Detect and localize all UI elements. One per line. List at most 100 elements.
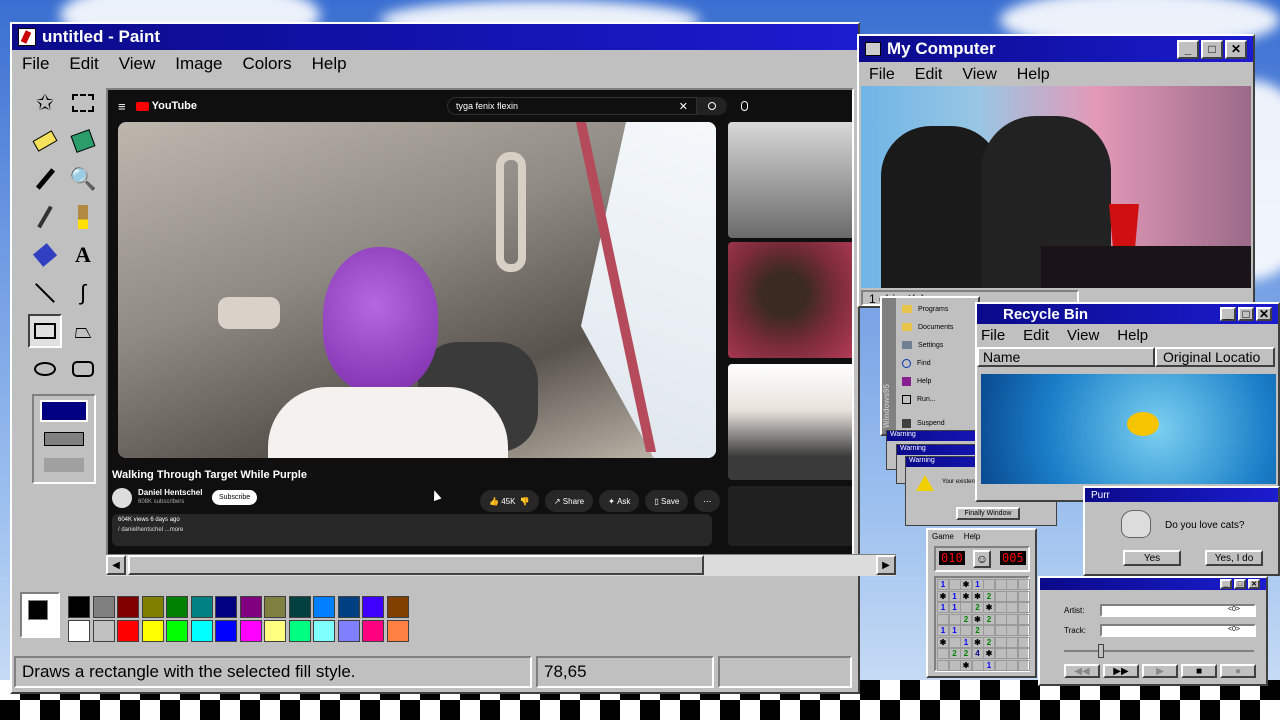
mine-cell[interactable] <box>1017 648 1030 659</box>
mine-cell[interactable]: ✱ <box>960 590 972 602</box>
mine-cell[interactable]: 2 <box>983 590 995 602</box>
seek-thumb[interactable] <box>1098 644 1104 658</box>
mine-cell[interactable]: ✱ <box>960 659 972 671</box>
magnifier-icon[interactable]: 🔍 <box>66 162 100 196</box>
mine-cell[interactable] <box>994 602 1007 613</box>
search-button[interactable] <box>697 97 728 115</box>
player-titlebar[interactable]: _ □ ✕ <box>1040 578 1266 590</box>
curve-icon[interactable]: ∫ <box>66 276 100 310</box>
hamburger-icon[interactable]: ≡ <box>118 99 126 114</box>
color-swatch[interactable] <box>264 620 286 642</box>
mine-cell[interactable] <box>971 659 984 671</box>
close-button[interactable]: ✕ <box>1248 579 1260 589</box>
color-swatch[interactable] <box>288 596 311 618</box>
mine-cell[interactable]: 2 <box>983 636 995 648</box>
color-swatch[interactable] <box>166 620 188 642</box>
scroll-thumb[interactable] <box>128 555 704 575</box>
mycomp-video[interactable] <box>861 86 1251 288</box>
color-swatch[interactable] <box>190 620 213 642</box>
close-button[interactable]: ✕ <box>1225 39 1247 59</box>
brush-icon[interactable] <box>66 200 100 234</box>
track-field[interactable]: <0> <box>1100 624 1256 637</box>
recycle-menu-view[interactable]: View <box>1067 327 1099 344</box>
rounded-rect-icon[interactable] <box>66 352 100 386</box>
mine-cell[interactable] <box>1017 602 1030 613</box>
polygon-icon[interactable]: ⏢ <box>66 314 100 348</box>
mine-cell[interactable] <box>1017 613 1030 625</box>
maximize-button[interactable]: □ <box>1201 39 1223 59</box>
minimize-button[interactable]: _ <box>1177 39 1199 59</box>
mine-cell[interactable] <box>1017 659 1030 671</box>
mine-cell[interactable]: ✱ <box>983 648 995 659</box>
mine-cell[interactable] <box>994 579 1007 590</box>
youtube-search-box[interactable]: tyga fenix flexin ✕ <box>447 97 698 115</box>
color-swatch[interactable] <box>313 620 335 642</box>
start-item-help[interactable]: Help <box>898 372 978 390</box>
current-colors[interactable] <box>20 592 60 638</box>
fill-icon[interactable] <box>66 124 100 158</box>
play-button[interactable]: ▶ <box>1142 664 1178 678</box>
clear-icon[interactable]: ✕ <box>679 100 688 113</box>
purr-titlebar[interactable]: Purr <box>1085 488 1278 502</box>
mine-cell[interactable] <box>1017 579 1030 590</box>
mine-cell[interactable] <box>937 613 949 625</box>
recycle-menu-help[interactable]: Help <box>1117 327 1148 344</box>
mine-cell[interactable]: 2 <box>948 648 961 659</box>
mine-cell[interactable] <box>994 613 1007 625</box>
yes-i-do-button[interactable]: Yes, I do <box>1205 550 1263 566</box>
fill-style-selector[interactable] <box>32 394 96 484</box>
color-swatch[interactable] <box>215 620 237 642</box>
pencil-icon[interactable] <box>28 200 62 234</box>
color-swatch[interactable] <box>337 596 360 618</box>
mine-cell[interactable]: 4 <box>971 648 984 659</box>
color-swatch[interactable] <box>386 620 409 642</box>
mine-cell[interactable] <box>983 579 995 590</box>
mine-cell[interactable]: 2 <box>960 648 972 659</box>
mine-cell[interactable] <box>948 613 961 625</box>
ellipse-icon[interactable] <box>28 352 62 386</box>
youtube-logo-icon[interactable] <box>135 101 149 111</box>
minimize-button[interactable]: _ <box>1220 579 1232 589</box>
stop-button[interactable]: ■ <box>1181 664 1217 678</box>
start-item-documents[interactable]: Documents <box>898 318 978 336</box>
mine-cell[interactable] <box>960 625 972 636</box>
col-original-location[interactable]: Original Locatio <box>1155 347 1275 367</box>
seek-slider[interactable] <box>1064 644 1254 658</box>
mycomp-menu-help[interactable]: Help <box>1017 66 1050 84</box>
menu-file[interactable]: File <box>22 54 49 74</box>
start-item-programs[interactable]: Programs <box>898 300 978 318</box>
more-actions-button[interactable]: ⋯ <box>694 490 721 512</box>
save-button[interactable]: ▯ Save <box>645 490 689 512</box>
eject-button[interactable]: ● <box>1220 664 1256 678</box>
color-swatch[interactable] <box>215 596 237 618</box>
mine-cell[interactable]: ✱ <box>937 636 949 648</box>
color-swatch[interactable] <box>117 596 139 618</box>
mine-cell[interactable]: ✱ <box>971 613 984 625</box>
thumbnail-2[interactable] <box>728 242 852 358</box>
menu-help[interactable]: Help <box>312 54 347 74</box>
mycomp-menu-file[interactable]: File <box>869 66 895 84</box>
maximize-button[interactable]: □ <box>1238 307 1254 321</box>
fill-style-filled-border[interactable] <box>44 432 84 446</box>
start-item-run[interactable]: Run... <box>898 390 978 408</box>
thumbnail-1[interactable] <box>728 122 852 238</box>
artist-field[interactable]: <0> <box>1100 604 1256 617</box>
mine-cell[interactable] <box>994 648 1007 659</box>
fill-style-filled[interactable] <box>44 458 84 472</box>
foreground-color[interactable] <box>28 600 48 620</box>
line-icon[interactable] <box>28 276 62 310</box>
mine-cell[interactable] <box>948 636 961 648</box>
horizontal-scrollbar[interactable]: ◀ ▶ <box>106 554 896 576</box>
mine-cell[interactable] <box>1006 636 1018 648</box>
start-item-settings[interactable]: Settings <box>898 336 978 354</box>
mine-cell[interactable]: 2 <box>971 625 984 636</box>
like-button[interactable]: 👍 45K 👎 <box>480 490 539 512</box>
mycomp-menu-edit[interactable]: Edit <box>915 66 943 84</box>
mine-cell[interactable]: 1 <box>948 625 961 636</box>
mine-cell[interactable] <box>1006 590 1018 602</box>
color-swatch[interactable] <box>362 596 384 618</box>
mine-menu-help[interactable]: Help <box>964 532 980 541</box>
mine-cell[interactable] <box>1006 579 1018 590</box>
mine-menu-game[interactable]: Game <box>932 532 954 541</box>
menu-colors[interactable]: Colors <box>243 54 292 74</box>
